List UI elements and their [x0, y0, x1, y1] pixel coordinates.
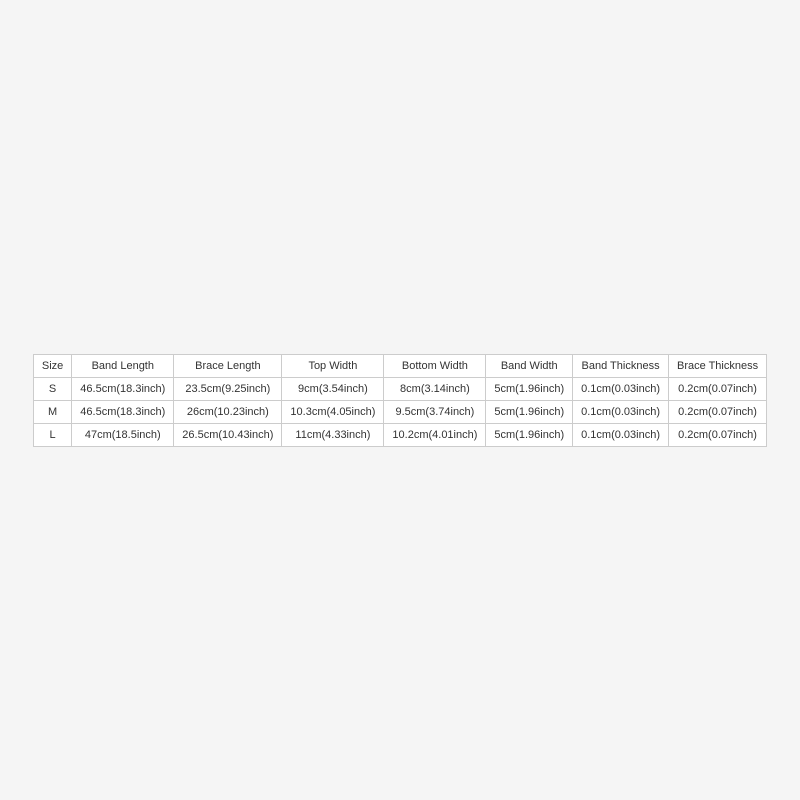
cell-size: S — [33, 377, 71, 400]
table-row: L47cm(18.5inch)26.5cm(10.43inch)11cm(4.3… — [33, 423, 766, 446]
cell-brace_length: 23.5cm(9.25inch) — [174, 377, 282, 400]
header-band-length: Band Length — [72, 354, 174, 377]
cell-top_width: 10.3cm(4.05inch) — [282, 400, 384, 423]
header-band-thickness: Band Thickness — [573, 354, 669, 377]
cell-band_width: 5cm(1.96inch) — [486, 377, 573, 400]
cell-brace_length: 26.5cm(10.43inch) — [174, 423, 282, 446]
table-wrapper: Size Band Length Brace Length Top Width … — [23, 344, 777, 457]
cell-brace_thickness: 0.2cm(0.07inch) — [668, 423, 766, 446]
cell-band_thickness: 0.1cm(0.03inch) — [573, 400, 669, 423]
cell-top_width: 11cm(4.33inch) — [282, 423, 384, 446]
cell-bottom_width: 8cm(3.14inch) — [384, 377, 486, 400]
header-band-width: Band Width — [486, 354, 573, 377]
cell-band_thickness: 0.1cm(0.03inch) — [573, 423, 669, 446]
header-brace-thickness: Brace Thickness — [668, 354, 766, 377]
cell-brace_thickness: 0.2cm(0.07inch) — [668, 377, 766, 400]
cell-band_length: 47cm(18.5inch) — [72, 423, 174, 446]
cell-brace_length: 26cm(10.23inch) — [174, 400, 282, 423]
size-chart-table: Size Band Length Brace Length Top Width … — [33, 354, 767, 447]
header-brace-length: Brace Length — [174, 354, 282, 377]
page-container: Size Band Length Brace Length Top Width … — [0, 0, 800, 800]
cell-bottom_width: 10.2cm(4.01inch) — [384, 423, 486, 446]
table-row: M46.5cm(18.3inch)26cm(10.23inch)10.3cm(4… — [33, 400, 766, 423]
cell-size: L — [33, 423, 71, 446]
header-bottom-width: Bottom Width — [384, 354, 486, 377]
cell-size: M — [33, 400, 71, 423]
cell-bottom_width: 9.5cm(3.74inch) — [384, 400, 486, 423]
cell-band_width: 5cm(1.96inch) — [486, 400, 573, 423]
cell-band_thickness: 0.1cm(0.03inch) — [573, 377, 669, 400]
cell-band_width: 5cm(1.96inch) — [486, 423, 573, 446]
header-top-width: Top Width — [282, 354, 384, 377]
cell-band_length: 46.5cm(18.3inch) — [72, 400, 174, 423]
header-size: Size — [33, 354, 71, 377]
cell-brace_thickness: 0.2cm(0.07inch) — [668, 400, 766, 423]
cell-top_width: 9cm(3.54inch) — [282, 377, 384, 400]
table-header-row: Size Band Length Brace Length Top Width … — [33, 354, 766, 377]
cell-band_length: 46.5cm(18.3inch) — [72, 377, 174, 400]
table-row: S46.5cm(18.3inch)23.5cm(9.25inch)9cm(3.5… — [33, 377, 766, 400]
